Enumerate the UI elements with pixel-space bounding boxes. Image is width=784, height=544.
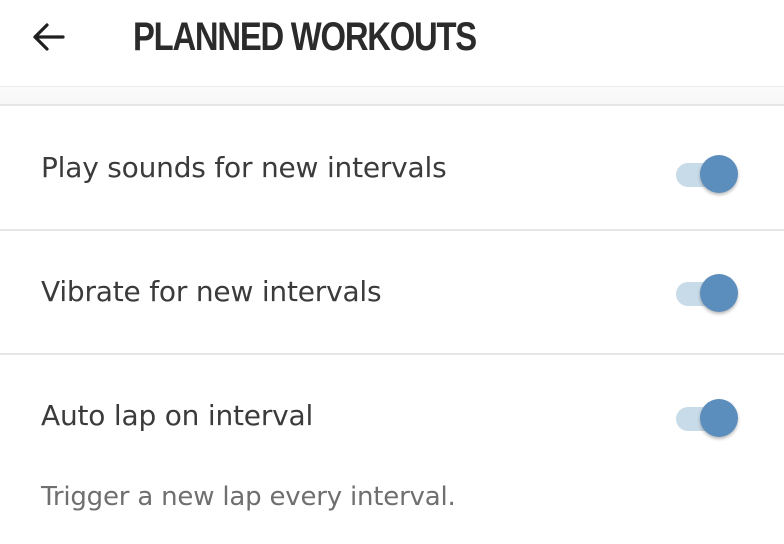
setting-row-auto-lap: Auto lap on interval Trigger a new lap e… (0, 355, 784, 544)
setting-label: Play sounds for new intervals (41, 151, 447, 184)
play-sounds-toggle[interactable] (672, 151, 742, 197)
vibrate-toggle[interactable] (672, 270, 742, 316)
arrow-left-icon (33, 23, 65, 51)
setting-row-vibrate: Vibrate for new intervals (0, 231, 784, 354)
header-divider (0, 86, 784, 106)
setting-label: Vibrate for new intervals (41, 275, 382, 308)
toggle-thumb (700, 399, 738, 437)
toggle-thumb (700, 274, 738, 312)
page-title: PLANNED WORKOUTS (133, 15, 477, 59)
planned-workouts-screen: PLANNED WORKOUTS Play sounds for new int… (0, 0, 784, 544)
auto-lap-toggle[interactable] (672, 395, 742, 441)
app-header: PLANNED WORKOUTS (0, 0, 784, 86)
setting-description: Trigger a new lap every interval. (41, 482, 456, 512)
setting-row-play-sounds: Play sounds for new intervals (0, 106, 784, 230)
back-button[interactable] (22, 14, 76, 60)
setting-label: Auto lap on interval (41, 399, 314, 432)
toggle-thumb (700, 155, 738, 193)
